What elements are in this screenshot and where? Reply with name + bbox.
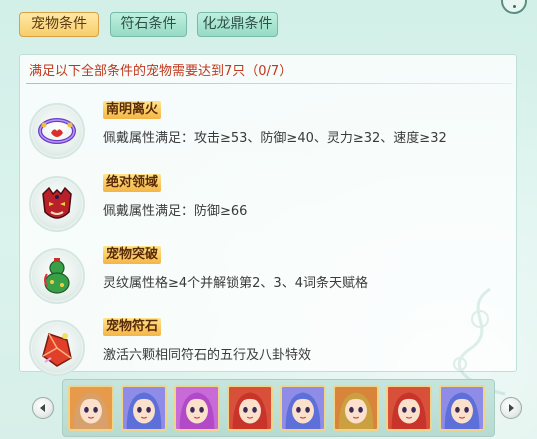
help-button[interactable] bbox=[501, 0, 527, 14]
help-dot-icon bbox=[512, 4, 516, 8]
condition-item: 宠物突破 灵纹属性格≥4个并解锁第2、3、4词条天赋格 bbox=[29, 242, 509, 306]
fox-pet-icon[interactable] bbox=[68, 385, 114, 431]
gold-helmet-warrior-pet-icon[interactable] bbox=[333, 385, 379, 431]
red-warrior-pet-icon[interactable] bbox=[386, 385, 432, 431]
green-gourd-icon[interactable] bbox=[29, 248, 85, 304]
conditions-box: 满足以下全部条件的宠物需要达到7只（0/7） 南明离火 佩戴属性满足：攻击≥53… bbox=[19, 54, 517, 396]
red-demon-mask-icon[interactable] bbox=[29, 176, 85, 232]
condition-description: 激活六颗相同符石的五行及八卦特效 bbox=[103, 348, 312, 363]
condition-description: 灵纹属性格≥4个并解锁第2、3、4词条天赋格 bbox=[103, 276, 368, 291]
divider bbox=[26, 83, 512, 84]
red-rune-stone-icon[interactable] bbox=[29, 320, 85, 376]
triangle-left-icon bbox=[40, 404, 45, 412]
summary-text: 满足以下全部条件的宠物需要达到7只（0/7） bbox=[29, 64, 293, 79]
condition-description: 佩戴属性满足：防御≥66 bbox=[103, 204, 248, 219]
condition-title: 宠物符石 bbox=[103, 318, 162, 336]
pink-hair-girl-pet-icon[interactable] bbox=[174, 385, 220, 431]
blue-hair-girl-pet-icon[interactable] bbox=[280, 385, 326, 431]
carousel-next-button[interactable] bbox=[500, 397, 522, 419]
condition-title: 绝对领域 bbox=[103, 174, 162, 192]
tab-pet-conditions[interactable]: 宠物条件 bbox=[19, 12, 99, 37]
condition-item: 宠物符石 激活六颗相同符石的五行及八卦特效 bbox=[29, 314, 509, 378]
carousel-prev-button[interactable] bbox=[32, 397, 54, 419]
condition-item: 绝对领域 佩戴属性满足：防御≥66 bbox=[29, 170, 509, 234]
blue-hair-girl-pet-icon[interactable] bbox=[121, 385, 167, 431]
blue-hair-girl-pet-icon[interactable] bbox=[439, 385, 485, 431]
condition-title: 宠物突破 bbox=[103, 246, 162, 264]
condition-title: 南明离火 bbox=[103, 101, 162, 119]
pet-conditions-panel: 宠物条件 符石条件 化龙鼎条件 满足以下全部条件的宠物需要达到7只（0/7） 南… bbox=[0, 0, 537, 439]
triangle-right-icon bbox=[509, 404, 514, 412]
condition-description: 佩戴属性满足：攻击≥53、防御≥40、灵力≥32、速度≥32 bbox=[103, 131, 447, 146]
purple-ring-accessory-icon[interactable] bbox=[29, 103, 85, 159]
red-warrior-pet-icon[interactable] bbox=[227, 385, 273, 431]
tab-dragon-cauldron-conditions[interactable]: 化龙鼎条件 bbox=[197, 12, 278, 37]
pet-carousel[interactable] bbox=[62, 379, 495, 437]
tab-rune-conditions[interactable]: 符石条件 bbox=[110, 12, 187, 37]
condition-item: 南明离火 佩戴属性满足：攻击≥53、防御≥40、灵力≥32、速度≥32 bbox=[29, 97, 509, 161]
